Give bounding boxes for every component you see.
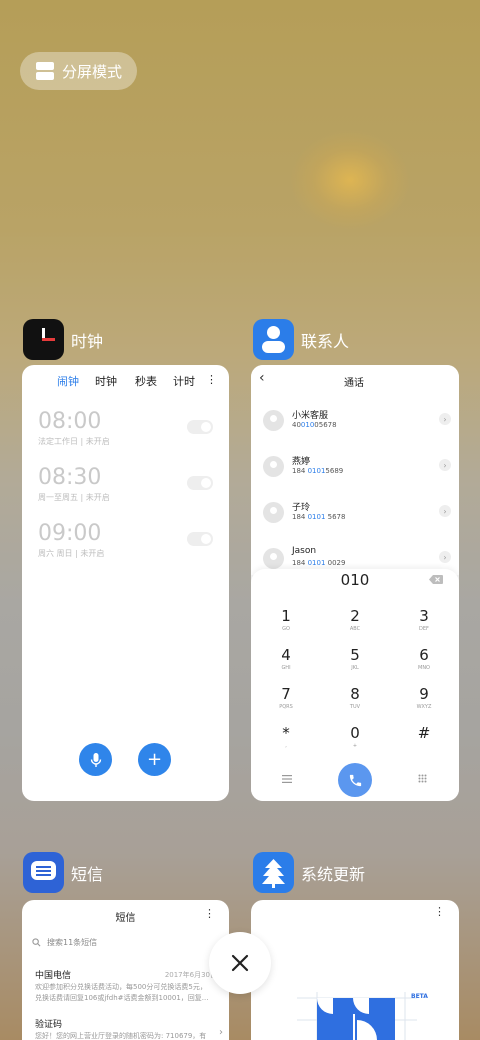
chevron-right-icon[interactable]: › [439, 459, 451, 471]
contacts-app-header[interactable]: 联系人 [253, 319, 349, 360]
contacts-app-card[interactable]: ‹ 通话 小米客服 4001005678 › 燕婷 184 01015689 ›… [251, 365, 459, 801]
contact-number: 4001005678 [292, 421, 337, 429]
sms-preview: 兑换话费请回复106或jfdh#话费金额到10001，回复... [35, 994, 209, 1002]
contact-number: 184 0101 5678 [292, 513, 346, 521]
voice-alarm-button[interactable] [79, 743, 112, 776]
update-app-name: 系统更新 [301, 864, 366, 884]
avatar [263, 456, 284, 477]
avatar [263, 410, 284, 431]
search-icon [32, 938, 41, 947]
contacts-header-title: 通话 [344, 378, 364, 389]
sms-thread[interactable]: 中国电信 2017年6月30日 欢迎参加积分兑换话费活动，每500分可兑换话费5… [35, 968, 217, 1003]
contact-row[interactable]: 小米客服 4001005678 › [263, 405, 451, 441]
contact-name: 燕婷 [292, 457, 311, 467]
close-icon [231, 954, 249, 972]
menu-icon[interactable] [282, 775, 292, 783]
avatar [263, 502, 284, 523]
phone-icon [349, 774, 361, 786]
chevron-right-icon[interactable]: › [219, 1027, 223, 1038]
beta-label: BETA [411, 993, 428, 1000]
call-button[interactable] [338, 763, 372, 797]
dial-key-7[interactable]: 7 PQRS [261, 685, 311, 710]
clock-app-name: 时钟 [71, 331, 104, 351]
dial-key-hash[interactable]: # [399, 724, 449, 743]
dial-key-1[interactable]: 1 GO [261, 607, 311, 632]
split-screen-button[interactable]: 分屏模式 [20, 52, 137, 90]
backspace-icon[interactable] [429, 575, 443, 584]
dial-key-9[interactable]: 9 WXYZ [399, 685, 449, 710]
dial-key-8[interactable]: 8 TUV [330, 685, 380, 710]
split-screen-label: 分屏模式 [62, 62, 123, 81]
contact-name: 小米客服 [292, 411, 329, 421]
plus-icon: + [146, 749, 163, 770]
avatar [263, 548, 284, 569]
tab-clock[interactable]: 时钟 [95, 373, 117, 389]
dialpad-toggle-icon[interactable] [418, 774, 427, 783]
dial-key-2[interactable]: 2 ABC [330, 607, 380, 632]
sms-preview: 您好！您的网上营业厅登录的随机密码为: 710679，有 [35, 1032, 207, 1040]
wallpaper-glow [290, 130, 410, 230]
more-menu-icon[interactable]: ⋮ [434, 905, 445, 918]
tab-stopwatch[interactable]: 秒表 [135, 373, 157, 389]
clock-app-icon [23, 319, 64, 360]
chevron-right-icon[interactable]: › [439, 413, 451, 425]
more-menu-icon[interactable]: ⋮ [206, 373, 217, 386]
contact-row[interactable]: 燕婷 184 01015689 › [263, 451, 451, 487]
dial-key-4[interactable]: 4 GHI [261, 646, 311, 671]
chevron-right-icon[interactable]: › [439, 505, 451, 517]
sms-app-header[interactable]: 短信 [23, 852, 103, 893]
contacts-app-name: 联系人 [301, 331, 350, 351]
back-icon[interactable]: ‹ [259, 370, 265, 386]
update-app-header[interactable]: 系统更新 [253, 852, 365, 893]
clock-tabs: 闹钟 时钟 秒表 计时 ⋮ [22, 373, 229, 389]
update-illustration [297, 992, 417, 1040]
contact-row[interactable]: 子玲 184 0101 5678 › [263, 497, 451, 533]
contact-number: 184 0101 0029 [292, 559, 346, 567]
tab-alarm[interactable]: 闹钟 [57, 373, 79, 389]
dial-key-0[interactable]: 0 + [330, 724, 380, 749]
microphone-icon [90, 752, 101, 767]
sms-app-card[interactable]: 短信 ⋮ 搜索11条短信 中国电信 2017年6月30日 欢迎参加积分兑换话费活… [22, 900, 229, 1040]
sms-preview: 欢迎参加积分兑换话费活动，每500分可兑换话费5元， [35, 983, 207, 991]
update-app-card[interactable]: ⋮ BETA [251, 900, 459, 1040]
split-screen-icon [36, 62, 54, 80]
dialpad: 010 1 GO 2 ABC 3 DEF 4 GHI 5 JKL 6 MNO 7 PQRS 8… [251, 569, 459, 801]
clock-app-header[interactable]: 时钟 [23, 319, 103, 360]
search-input[interactable]: 搜索11条短信 [47, 937, 97, 948]
dial-input[interactable]: 010 [251, 571, 459, 589]
tab-timer[interactable]: 计时 [173, 373, 195, 389]
dial-key-5[interactable]: 5 JKL [330, 646, 380, 671]
alarm-toggle[interactable] [187, 420, 213, 434]
sms-header-title: 短信 [115, 913, 136, 924]
contacts-header-bar: ‹ 通话 [251, 365, 459, 395]
more-menu-icon[interactable]: ⋮ [204, 907, 215, 920]
add-alarm-button[interactable]: + [138, 743, 171, 776]
close-all-button[interactable] [209, 932, 271, 994]
alarm-subtitle: 周一至周五 | 未开启 [38, 493, 110, 502]
sms-app-name: 短信 [71, 864, 104, 884]
contact-name: Jason [292, 546, 317, 556]
dial-key-star[interactable]: *, [261, 724, 311, 749]
clock-app-card[interactable]: 闹钟 时钟 秒表 计时 ⋮ 08:00 法定工作日 | 未开启 08:30 周一… [22, 365, 229, 801]
alarm-subtitle: 周六 周日 | 未开启 [38, 549, 105, 558]
contact-name: 子玲 [292, 503, 311, 513]
chevron-right-icon[interactable]: › [439, 551, 451, 563]
alarm-subtitle: 法定工作日 | 未开启 [38, 437, 110, 446]
contacts-app-icon [253, 319, 294, 360]
contact-number: 184 01015689 [292, 467, 344, 475]
dial-key-6[interactable]: 6 MNO [399, 646, 449, 671]
dial-key-3[interactable]: 3 DEF [399, 607, 449, 632]
update-app-icon [253, 852, 294, 893]
alarm-toggle[interactable] [187, 476, 213, 490]
sms-app-icon [23, 852, 64, 893]
alarm-toggle[interactable] [187, 532, 213, 546]
contacts-list: 小米客服 4001005678 › 燕婷 184 01015689 › 子玲 1… [251, 395, 459, 575]
sms-search-bar[interactable]: 搜索11条短信 [32, 937, 97, 948]
sms-sender: 验证码 [35, 1020, 63, 1030]
sms-date: 2017年6月30日 [164, 971, 217, 979]
sms-thread[interactable]: 验证码 您好！您的网上营业厅登录的随机密码为: 710679，有 › [35, 1017, 223, 1040]
